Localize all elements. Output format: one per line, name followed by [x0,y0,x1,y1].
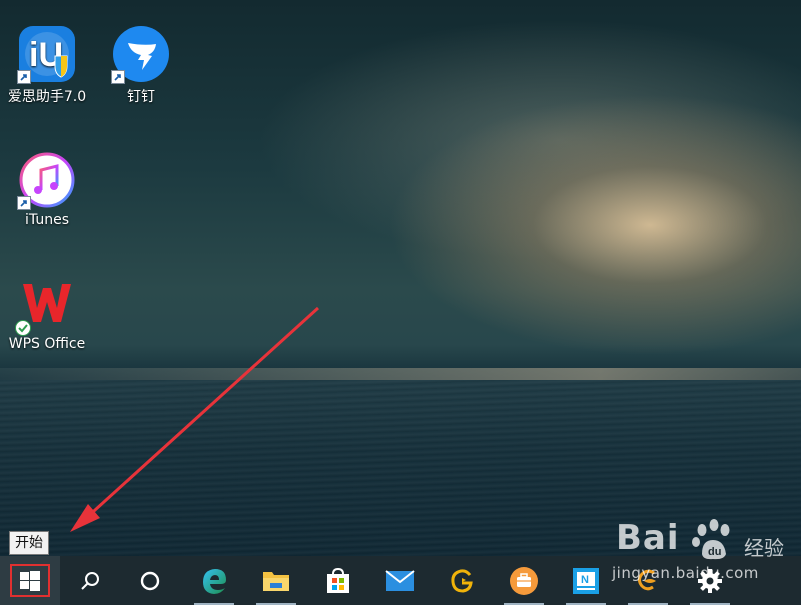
taskbar-mail[interactable] [372,556,428,605]
svg-text:du: du [708,546,721,558]
search-icon [81,571,99,590]
annotation-arrow [70,306,320,532]
taskbar-briefcase-app[interactable] [496,556,552,605]
start-tooltip: 开始 [9,531,49,555]
start-highlight-box [10,564,50,597]
news-app-icon: N [573,567,599,594]
file-explorer-icon [263,571,289,591]
briefcase-app-icon [510,566,538,595]
taskbar-microsoft-store[interactable] [310,556,366,605]
taskbar-news-app[interactable]: N [558,556,614,605]
search-button[interactable] [62,556,118,605]
taskbar-file-explorer[interactable] [248,556,304,605]
edge-icon [203,568,226,594]
baidu-paw-icon: du [692,519,730,560]
svg-text:N: N [581,574,589,586]
start-button[interactable] [0,556,60,605]
taskbar-edge[interactable] [186,556,242,605]
taskbar-app-g[interactable] [434,556,490,605]
baidu-jingyan-watermark: Bai du 经验 jingyan.baidu.com [612,518,797,588]
microsoft-store-icon [327,567,349,593]
watermark-suffix: 经验 [744,536,784,560]
cortana-icon [140,571,160,590]
watermark-url: jingyan.baidu.com [612,564,759,582]
mail-icon [385,569,415,591]
watermark-brand: Bai [616,518,680,558]
app-g-icon [451,568,473,593]
cortana-button[interactable] [122,556,178,605]
